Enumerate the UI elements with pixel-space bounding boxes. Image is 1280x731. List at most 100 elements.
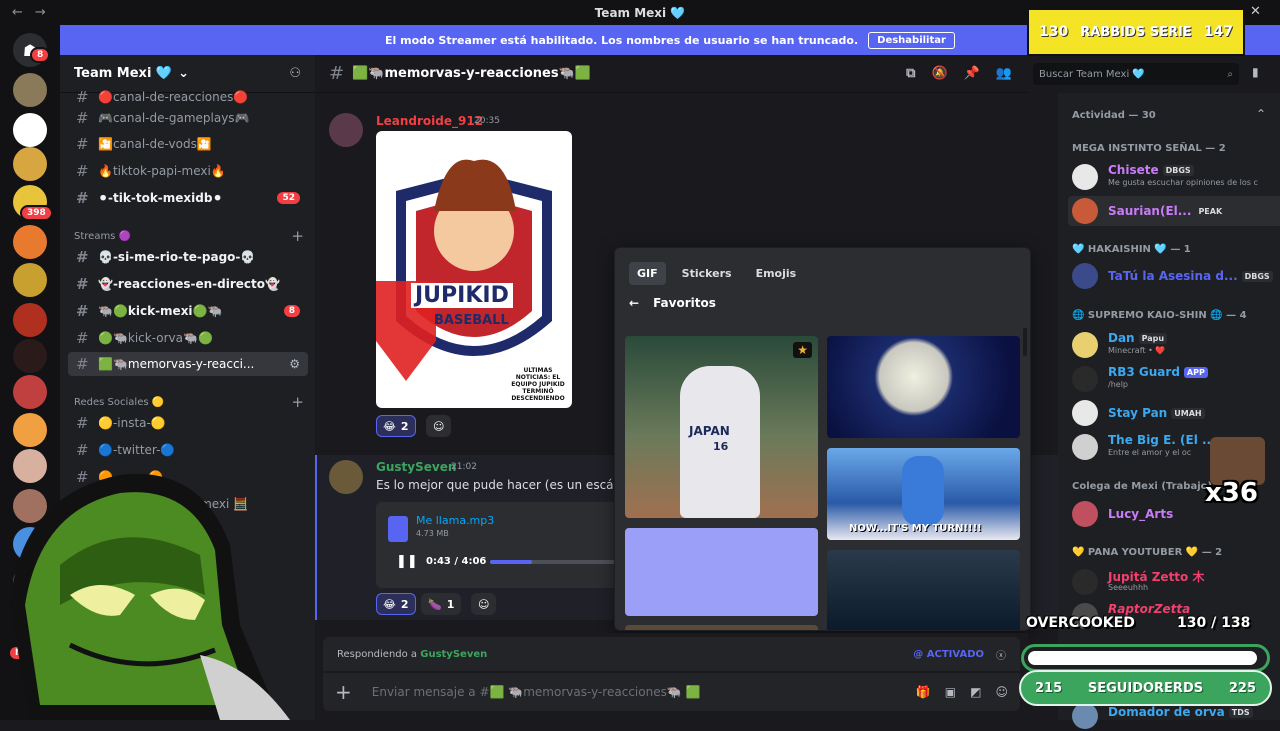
picker-scrollbar[interactable] — [1023, 328, 1027, 356]
gif-tile-moon[interactable] — [827, 336, 1020, 438]
members-icon[interactable]: 👥 — [996, 66, 1012, 81]
role-header: 💛 PANA YOUTUBER 💛 — 2 — [1072, 547, 1223, 558]
emoji-icon[interactable]: ☺ — [995, 685, 1008, 699]
threads-icon[interactable]: ⧉ — [906, 66, 915, 81]
channel-item[interactable]: # 🔥tiktok-papi-mexi🔥 — [68, 159, 308, 183]
add-reaction-button[interactable]: ☺ — [426, 415, 452, 437]
member-item[interactable]: Stay Pan UMAH — [1072, 398, 1272, 428]
favorite-star-icon[interactable]: ★ — [793, 342, 812, 358]
gif-tile-robot[interactable] — [827, 550, 1020, 630]
channel-item[interactable]: # 🐃🟢kick-mexi🟢🐃 8 — [68, 299, 308, 323]
gif-picker: GIF Stickers Emojis ← Favoritos JAPAN 16 … — [614, 247, 1031, 631]
reply-bar: Respondiendo a GustySeven @ ACTIVADO ⓧ — [323, 637, 1020, 671]
tab-emojis[interactable]: Emojis — [748, 262, 805, 285]
tab-stickers[interactable]: Stickers — [674, 262, 740, 285]
hash-icon: # — [76, 135, 89, 153]
hash-icon: # — [329, 63, 345, 84]
file-size: 4.73 MB — [416, 529, 449, 538]
tab-gif[interactable]: GIF — [629, 262, 666, 285]
mention-badge: 52 — [277, 192, 300, 204]
hash-icon: # — [76, 414, 89, 432]
server-icon[interactable] — [13, 263, 47, 297]
message-placeholder: Enviar mensaje a #🟩 🐃memorvas-y-reaccion… — [371, 685, 701, 699]
server-icon[interactable] — [13, 303, 47, 337]
channel-item[interactable]: # 🎮canal-de-gameplays🎮 — [68, 106, 308, 130]
file-icon — [388, 516, 408, 542]
jersey-text: JAPAN — [689, 424, 730, 438]
server-icon[interactable] — [13, 375, 47, 409]
cancel-reply-icon[interactable]: ⓧ — [996, 647, 1006, 662]
add-reaction-button[interactable]: ☺ — [471, 593, 497, 615]
sticker-icon[interactable]: ◩ — [970, 685, 981, 699]
close-icon[interactable]: ✕ — [1250, 4, 1261, 19]
hash-icon: # — [76, 109, 89, 127]
gif-tile-more[interactable] — [625, 625, 818, 630]
message-author[interactable]: Leandroide_912 — [376, 114, 483, 128]
poster-subtitle: BASEBALL — [434, 313, 509, 328]
hash-icon: # — [76, 189, 89, 207]
attach-plus-icon[interactable]: + — [335, 680, 352, 704]
message-text: Es lo mejor que pude hacer (es un escánd… — [376, 478, 637, 492]
mute-bell-icon[interactable]: 🔕 — [931, 66, 947, 81]
channel-item[interactable]: # 🟡-insta-🟡 — [68, 411, 308, 435]
channel-item[interactable]: # 🎦canal-de-vods🎦 — [68, 132, 308, 156]
avatar — [1072, 400, 1098, 426]
chevron-up-icon[interactable]: ⌃ — [1256, 107, 1266, 121]
avatar[interactable] — [329, 113, 363, 147]
reaction-laugh[interactable]: 😂 2 — [376, 415, 416, 437]
gif-caption: NOW...IT'S MY TURN!!!! — [849, 523, 982, 534]
channel-title: 🟩🐃memorvas-y-reacciones🐃🟩 — [352, 66, 591, 81]
banner-text: El modo Streamer está habilitado. Los no… — [385, 33, 859, 47]
channel-item[interactable]: # 💀-si-me-rio-te-pago-💀 — [68, 245, 308, 269]
avatar — [1072, 263, 1098, 289]
channel-item[interactable]: # 🟢🐃kick-orva🐃🟢 — [68, 326, 308, 350]
poster-image[interactable]: JUPIKID BASEBALL ULTIMAS NOTICIAS: EL EQ… — [376, 131, 572, 408]
category-redes[interactable]: Redes Sociales 🟡 + — [74, 393, 304, 411]
gift-icon[interactable]: 🎁 — [916, 685, 931, 699]
server-icon[interactable] — [13, 147, 47, 181]
channel-item-active[interactable]: # 🟩🐃memorvas-y-reacci... ⚙ — [68, 352, 308, 376]
gif-icon[interactable]: ▣ — [945, 685, 956, 699]
add-channel-icon[interactable]: + — [291, 393, 304, 411]
reply-user: GustySeven — [420, 648, 488, 660]
gif-tile-goku[interactable]: NOW...IT'S MY TURN!!!! — [827, 448, 1020, 540]
hash-icon: # — [76, 355, 89, 373]
member-item[interactable]: RB3 Guard APP/help — [1072, 364, 1272, 394]
poster-caption: ULTIMAS NOTICIAS: EL EQUIPO JUPIKID TERM… — [511, 367, 565, 402]
settings-gear-icon[interactable]: ⚙ — [289, 357, 300, 371]
server-icon[interactable] — [13, 413, 47, 447]
role-header: 🩵 HAKAISHIN 🩵 — 1 — [1072, 244, 1191, 255]
server-icon[interactable] — [13, 339, 47, 373]
server-icon[interactable] — [13, 225, 47, 259]
member-item[interactable]: Chisete DBGS Me gusta escuchar opiniones d… — [1072, 162, 1272, 192]
channel-item[interactable]: # ⚫-tik-tok-mexidb⚫ 52 — [68, 186, 308, 210]
mention-toggle[interactable]: @ ACTIVADO — [913, 649, 984, 660]
message-input[interactable]: + Enviar mensaje a #🟩 🐃memorvas-y-reacci… — [323, 673, 1020, 711]
avatar[interactable] — [329, 460, 363, 494]
file-name-link[interactable]: Me llama.mp3 — [416, 514, 494, 527]
hash-icon: # — [76, 302, 89, 320]
reaction-eggplant[interactable]: 🍆 1 — [421, 593, 462, 615]
member-item[interactable]: TaTú la Asesina d... DBGS — [1072, 261, 1273, 291]
pause-icon[interactable]: ❚❚ — [396, 554, 418, 569]
member-item[interactable]: Dan Papu Minecraft • ❤️ — [1072, 330, 1272, 360]
add-member-icon[interactable]: ⚇ — [289, 66, 301, 81]
gif-tile-placeholder[interactable] — [625, 528, 818, 616]
member-item[interactable]: Jupitá Zetto 木 Seeeuhhh — [1072, 567, 1272, 597]
message-author[interactable]: GustySeven — [376, 460, 456, 474]
server-icon[interactable] — [13, 73, 47, 107]
channel-item[interactable]: # 👻-reacciones-en-directo👻 — [68, 272, 308, 296]
pin-icon[interactable]: 📌 — [964, 66, 980, 81]
hash-icon: # — [76, 248, 89, 266]
gif-tile-baseball[interactable]: JAPAN 16 ★ — [625, 336, 818, 518]
avatar — [1072, 366, 1098, 392]
add-channel-icon[interactable]: + — [291, 227, 304, 245]
inbox-icon[interactable]: ▮ — [1252, 65, 1259, 79]
server-icon[interactable] — [13, 113, 47, 147]
search-input[interactable]: Buscar Team Mexi 🩵 ⌕ — [1033, 63, 1239, 85]
category-streams[interactable]: Streams 🟣 + — [74, 227, 304, 245]
disable-streamer-button[interactable]: Deshabilitar — [868, 31, 955, 49]
back-arrow-icon[interactable]: ← — [629, 296, 639, 310]
reaction-laugh[interactable]: 😂 2 — [376, 593, 416, 615]
member-item[interactable]: Saurian(El... PEAK — [1068, 196, 1280, 226]
